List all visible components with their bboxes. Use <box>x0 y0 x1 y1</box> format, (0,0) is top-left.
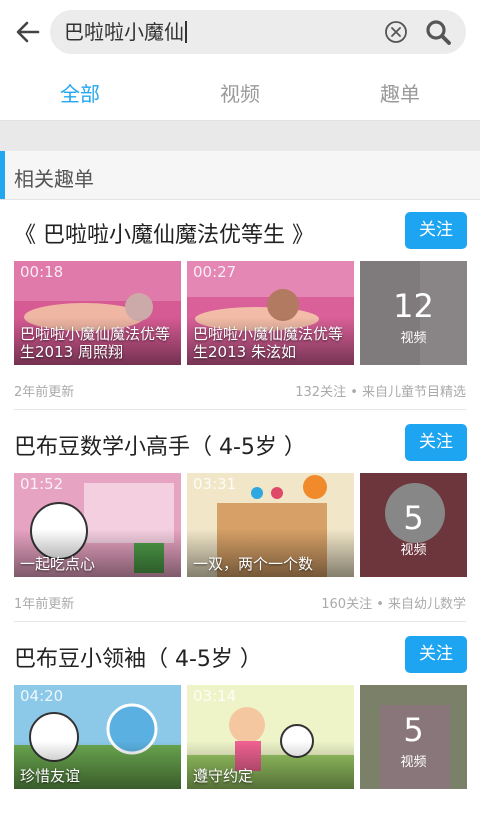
video-thumbnail[interactable]: 03:14 遵守约定 <box>187 685 354 789</box>
video-count-tile[interactable]: 5 视频 <box>360 685 467 789</box>
search-icon[interactable] <box>424 18 452 46</box>
video-count-tile[interactable]: 5 视频 <box>360 473 467 577</box>
updated-time: 1年前更新 <box>14 597 75 612</box>
follow-button[interactable]: 关注 <box>405 424 467 461</box>
tab-bar: 全部 视频 趣单 <box>0 64 480 121</box>
video-count: 12 <box>393 287 434 325</box>
clear-icon[interactable] <box>384 20 408 44</box>
section-header: 相关趣单 <box>0 151 480 200</box>
video-count-label: 视频 <box>400 331 427 346</box>
video-thumbnail[interactable]: 00:18 巴啦啦小魔仙魔法优等生2013 周照翔 <box>14 261 181 365</box>
updated-time: 2年前更新 <box>14 385 75 400</box>
video-duration: 00:27 <box>193 263 237 281</box>
video-caption: 一起吃点心 <box>20 555 96 573</box>
playlist-title[interactable]: 巴布豆数学小高手（ 4-5岁 ） <box>14 429 306 461</box>
playlist-title[interactable]: 巴布豆小领袖（ 4-5岁 ） <box>14 641 262 673</box>
separator-band <box>0 121 480 151</box>
video-count: 5 <box>403 711 424 749</box>
playlist-stats: 160关注 • 来自幼儿数学 <box>321 597 466 612</box>
video-caption: 巴啦啦小魔仙魔法优等生2013 朱泫如 <box>193 325 344 361</box>
playlist-card[interactable]: 《 巴啦啦小魔仙魔法优等生 》 关注 00:18 巴啦啦小魔仙魔法优等生2013… <box>0 199 480 411</box>
video-thumbnail[interactable]: 03:31 一双，两个一个数 <box>187 473 354 577</box>
video-count: 5 <box>403 499 424 537</box>
follow-button[interactable]: 关注 <box>405 212 467 249</box>
tab-lists[interactable]: 趣单 <box>320 78 480 107</box>
video-caption: 遵守约定 <box>193 767 254 785</box>
search-query: 巴啦啦小魔仙 <box>64 20 184 44</box>
video-caption: 一双，两个一个数 <box>193 555 314 573</box>
playlist-card[interactable]: 巴布豆数学小高手（ 4-5岁 ） 关注 01:52 一起吃点心 03:31 一双… <box>0 411 480 623</box>
video-caption: 巴啦啦小魔仙魔法优等生2013 周照翔 <box>20 325 171 361</box>
video-thumbnail[interactable]: 00:27 巴啦啦小魔仙魔法优等生2013 朱泫如 <box>187 261 354 365</box>
playlist-stats: 132关注 • 来自儿童节目精选 <box>295 385 466 400</box>
video-duration: 00:18 <box>20 263 64 281</box>
search-box[interactable]: 巴啦啦小魔仙 <box>50 10 466 54</box>
text-cursor <box>185 21 187 43</box>
playlist-title[interactable]: 《 巴啦啦小魔仙魔法优等生 》 <box>14 217 314 249</box>
top-bar: 巴啦啦小魔仙 <box>0 0 480 64</box>
video-thumbnail[interactable]: 01:52 一起吃点心 <box>14 473 181 577</box>
tab-videos[interactable]: 视频 <box>160 78 320 107</box>
video-duration: 04:20 <box>20 687 64 705</box>
search-input[interactable]: 巴啦啦小魔仙 <box>64 20 187 44</box>
divider <box>14 409 466 410</box>
tab-all[interactable]: 全部 <box>0 78 160 107</box>
back-arrow-icon[interactable] <box>12 16 44 48</box>
divider <box>14 621 466 622</box>
section-accent-bar <box>0 151 5 199</box>
video-count-label: 视频 <box>400 543 427 558</box>
playlist-card[interactable]: 巴布豆小领袖（ 4-5岁 ） 关注 04:20 珍惜友谊 03:14 遵守约定 … <box>0 623 480 835</box>
video-duration: 01:52 <box>20 475 64 493</box>
video-thumbnail[interactable]: 04:20 珍惜友谊 <box>14 685 181 789</box>
video-caption: 珍惜友谊 <box>20 767 81 785</box>
video-count-label: 视频 <box>400 755 427 770</box>
video-count-tile[interactable]: 12 视频 <box>360 261 467 365</box>
video-duration: 03:31 <box>193 475 237 493</box>
section-title: 相关趣单 <box>14 167 94 191</box>
follow-button[interactable]: 关注 <box>405 636 467 673</box>
video-duration: 03:14 <box>193 687 237 705</box>
